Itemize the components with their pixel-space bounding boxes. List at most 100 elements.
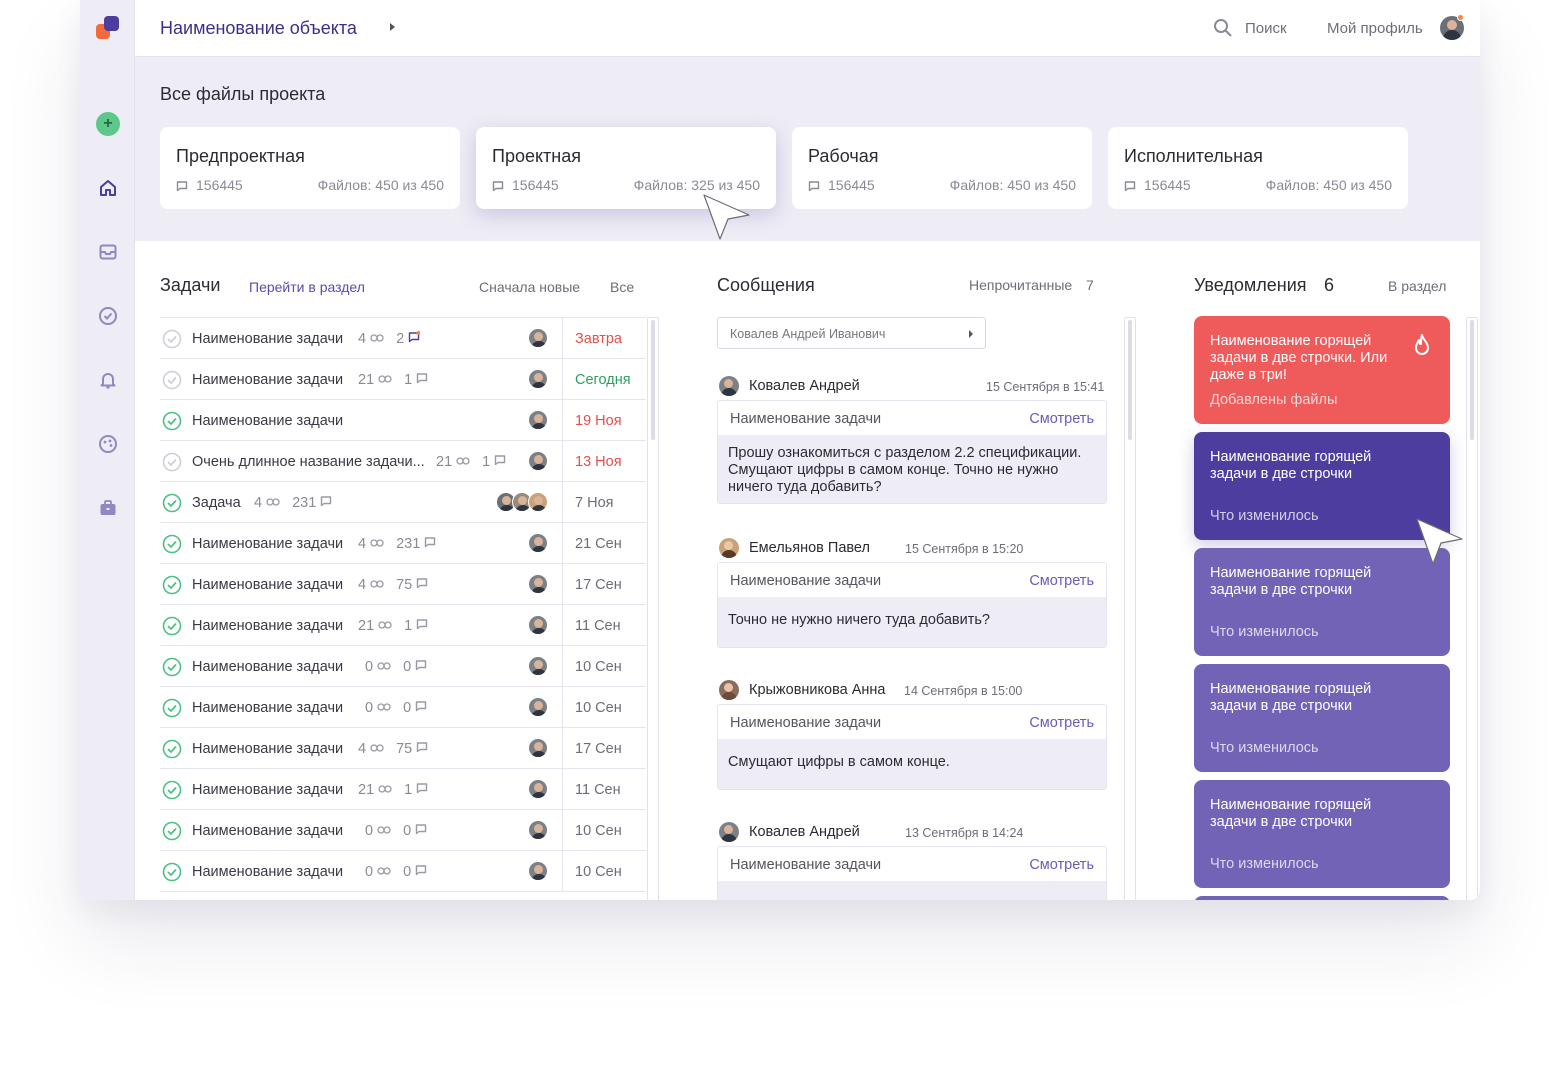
- avatar[interactable]: [528, 492, 548, 512]
- check-done-icon[interactable]: [162, 616, 182, 641]
- task-name[interactable]: Наименование задачи: [192, 577, 343, 593]
- avatar[interactable]: [719, 538, 739, 558]
- task-name[interactable]: Наименование задачи: [192, 700, 343, 716]
- task-due-date: 7 Ноя: [562, 482, 646, 523]
- app-logo[interactable]: [96, 16, 120, 40]
- table-row[interactable]: Наименование задачи 21 1 11 Сен: [160, 769, 646, 810]
- table-row[interactable]: Наименование задачи 0 0 10 Сен: [160, 851, 646, 892]
- avatar[interactable]: [528, 533, 548, 553]
- task-name[interactable]: Наименование задачи: [192, 331, 343, 347]
- task-comments-count: 75: [396, 741, 413, 757]
- view-task-link[interactable]: Смотреть: [1029, 411, 1094, 427]
- task-name[interactable]: Наименование задачи: [192, 741, 343, 757]
- notification-card[interactable]: Наименование горящей задачи в две строчк…: [1194, 780, 1450, 888]
- table-row[interactable]: Наименование задачи 0 0 10 Сен: [160, 687, 646, 728]
- task-name[interactable]: Наименование задачи: [192, 782, 343, 798]
- table-row[interactable]: Наименование задачи 21 1 11 Сен: [160, 605, 646, 646]
- view-task-link[interactable]: Смотреть: [1029, 715, 1094, 731]
- check-done-icon[interactable]: [162, 534, 182, 559]
- task-name[interactable]: Наименование задачи: [192, 372, 343, 388]
- file-card-working[interactable]: Рабочая 156445 Файлов: 450 из 450: [792, 127, 1092, 209]
- table-row[interactable]: Наименование задачи 0 0 10 Сен: [160, 646, 646, 687]
- view-task-link[interactable]: Смотреть: [1029, 857, 1094, 873]
- check-done-icon[interactable]: [162, 411, 182, 436]
- task-name[interactable]: Очень длинное название задачи...: [192, 454, 425, 470]
- check-circle-icon[interactable]: [96, 304, 120, 328]
- check-pending-icon[interactable]: [162, 370, 182, 395]
- avatar[interactable]: [719, 680, 739, 700]
- notification-text: Наименование горящей задачи в две строчк…: [1210, 565, 1372, 598]
- avatar[interactable]: [528, 656, 548, 676]
- tasks-sort-button[interactable]: Сначала новые: [479, 279, 580, 295]
- table-row[interactable]: Наименование задачи 19 Ноя: [160, 400, 646, 441]
- file-card-executive[interactable]: Исполнительная 156445 Файлов: 450 из 450: [1108, 127, 1408, 209]
- table-row[interactable]: Наименование задачи 4 2 Завтра: [160, 318, 646, 359]
- tasks-filter-button[interactable]: Все: [610, 279, 634, 295]
- table-row[interactable]: Наименование задачи 4 231 21 Сен: [160, 523, 646, 564]
- notification-card[interactable]: Наименование горящей задачи в две строчк…: [1194, 316, 1450, 424]
- avatar[interactable]: [719, 822, 739, 842]
- plus-icon[interactable]: +: [96, 112, 120, 136]
- search-icon[interactable]: [1213, 18, 1233, 43]
- check-pending-icon[interactable]: [162, 452, 182, 477]
- check-done-icon[interactable]: [162, 657, 182, 682]
- briefcase-icon[interactable]: [96, 496, 120, 520]
- avatar[interactable]: [528, 779, 548, 799]
- task-name[interactable]: Наименование задачи: [192, 618, 343, 634]
- check-done-icon[interactable]: [162, 821, 182, 846]
- avatar[interactable]: [528, 861, 548, 881]
- table-row[interactable]: Задача 4 231 7 Ноя: [160, 482, 646, 523]
- avatar[interactable]: [528, 369, 548, 389]
- avatar[interactable]: [528, 328, 548, 348]
- task-name[interactable]: Наименование задачи: [192, 823, 343, 839]
- chevron-right-icon[interactable]: [390, 23, 395, 31]
- page-title[interactable]: Наименование объекта: [160, 18, 357, 39]
- profile-link[interactable]: Мой профиль: [1327, 20, 1423, 37]
- notifications-section-link[interactable]: В раздел: [1388, 278, 1446, 294]
- avatar[interactable]: [719, 376, 739, 396]
- messages-unread-filter[interactable]: Непрочитанные: [969, 277, 1072, 293]
- avatar[interactable]: [528, 410, 548, 430]
- inbox-icon[interactable]: [96, 240, 120, 264]
- view-task-link[interactable]: Смотреть: [1029, 573, 1094, 589]
- avatar[interactable]: [528, 820, 548, 840]
- search-button[interactable]: Поиск: [1245, 20, 1287, 37]
- table-row[interactable]: Наименование задачи 4 75 17 Сен: [160, 564, 646, 605]
- table-row[interactable]: Наименование задачи 0 0 10 Сен: [160, 810, 646, 851]
- check-done-icon[interactable]: [162, 862, 182, 887]
- home-icon[interactable]: [96, 176, 120, 200]
- palette-icon[interactable]: [96, 432, 120, 456]
- check-done-icon[interactable]: [162, 739, 182, 764]
- task-links-count: 0: [365, 659, 374, 675]
- check-done-icon[interactable]: [162, 575, 182, 600]
- comment-icon: [415, 823, 427, 839]
- notification-card[interactable]: Наименование горящей задачи в две строчк…: [1194, 548, 1450, 656]
- task-name[interactable]: Наименование задачи: [192, 413, 343, 429]
- task-name[interactable]: Задача: [192, 495, 241, 511]
- avatar[interactable]: [528, 451, 548, 471]
- notification-card[interactable]: Наименование горящей задачи в две строчк…: [1194, 664, 1450, 772]
- table-row[interactable]: Наименование задачи 4 75 17 Сен: [160, 728, 646, 769]
- avatar[interactable]: [528, 738, 548, 758]
- tasks-scrollbar[interactable]: [647, 317, 659, 900]
- author-select[interactable]: Ковалев Андрей Иванович: [717, 317, 986, 349]
- check-done-icon[interactable]: [162, 493, 182, 518]
- notification-card[interactable]: Наименование горящей задачи в две строчк…: [1194, 432, 1450, 540]
- tasks-section-link[interactable]: Перейти в раздел: [249, 279, 365, 295]
- table-row[interactable]: Очень длинное название задачи... 21 1 13 Но…: [160, 441, 646, 482]
- notifications-scrollbar[interactable]: [1466, 317, 1478, 900]
- task-name[interactable]: Наименование задачи: [192, 659, 343, 675]
- messages-scrollbar[interactable]: [1124, 317, 1136, 900]
- check-done-icon[interactable]: [162, 780, 182, 805]
- check-done-icon[interactable]: [162, 698, 182, 723]
- avatar[interactable]: [528, 615, 548, 635]
- bell-icon[interactable]: [96, 368, 120, 392]
- table-row[interactable]: Наименование задачи 21 1 Сегодня: [160, 359, 646, 400]
- avatar[interactable]: [528, 697, 548, 717]
- notification-card[interactable]: [1194, 896, 1450, 900]
- check-pending-icon[interactable]: [162, 329, 182, 354]
- avatar[interactable]: [528, 574, 548, 594]
- task-name[interactable]: Наименование задачи: [192, 864, 343, 880]
- task-name[interactable]: Наименование задачи: [192, 536, 343, 552]
- file-card-preproject[interactable]: Предпроектная 156445 Файлов: 450 из 450: [160, 127, 460, 209]
